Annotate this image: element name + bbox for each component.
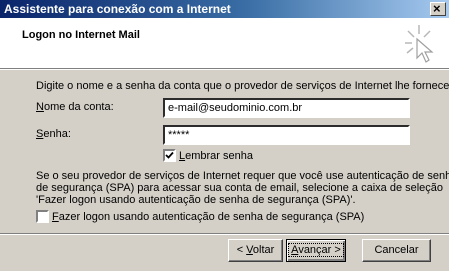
wizard-window: Assistente para conexão com a Internet ×… [0, 0, 449, 271]
wizard-sparkle-cursor-icon [405, 25, 434, 63]
title-bar[interactable]: Assistente para conexão com a Internet × [0, 0, 449, 18]
spa-checkbox-label[interactable]: Fazer logon usando autenticação de senha… [52, 211, 364, 223]
spa-info-line2: de segurança (SPA) para acessar sua cont… [36, 182, 444, 194]
checkmark-icon [165, 151, 174, 159]
window-title: Assistente para conexão com a Internet [4, 2, 231, 16]
footer-divider [0, 233, 449, 235]
account-name-input[interactable] [163, 98, 410, 118]
remember-password-checkbox[interactable] [163, 149, 176, 162]
remember-password-label[interactable]: Lembrar senha [179, 150, 253, 162]
spa-info-line1: Se o seu provedor de serviços de Interne… [36, 170, 449, 182]
page-title: Logon no Internet Mail [22, 29, 140, 41]
back-button[interactable]: < Voltar [228, 239, 283, 262]
header-divider [0, 68, 449, 70]
intro-text: Digite o nome e a senha da conta que o p… [36, 80, 449, 92]
spa-checkbox[interactable] [36, 210, 49, 223]
close-button[interactable]: × [430, 1, 446, 16]
account-name-label: Nome da conta: [36, 101, 114, 113]
password-input[interactable] [163, 125, 410, 145]
wizard-header: Logon no Internet Mail [0, 18, 449, 68]
cancel-button[interactable]: Cancelar [362, 239, 431, 262]
password-label: Senha: [36, 128, 71, 140]
next-button[interactable]: Avançar > [286, 239, 346, 262]
spa-info-line3: 'Fazer logon usando autenticação de senh… [36, 194, 356, 206]
close-icon: × [433, 1, 441, 16]
